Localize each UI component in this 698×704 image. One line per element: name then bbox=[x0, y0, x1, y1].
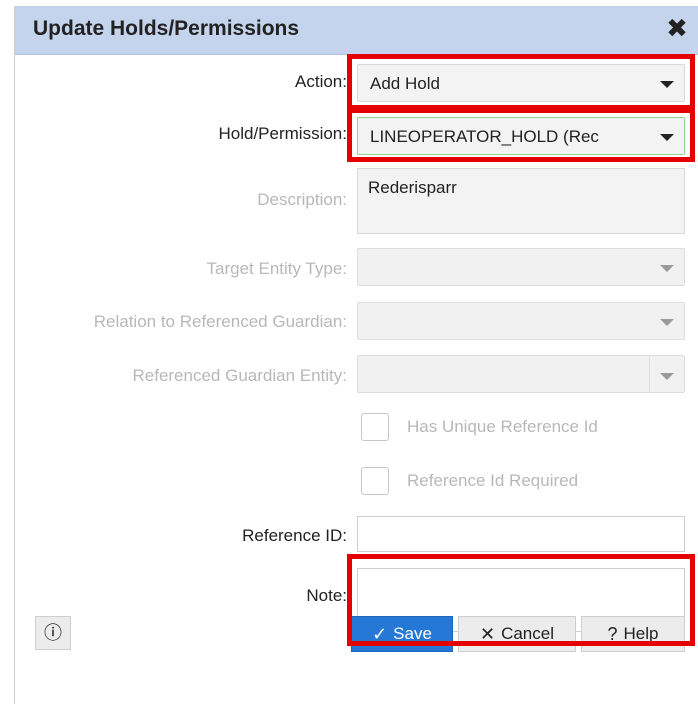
ref-id-required-checkbox[interactable] bbox=[361, 467, 389, 495]
chevron-down-icon bbox=[660, 373, 674, 380]
target-entity-type-select[interactable] bbox=[357, 248, 685, 286]
chevron-down-icon bbox=[660, 319, 674, 326]
cancel-label: Cancel bbox=[501, 624, 554, 643]
description-value: Rederisparr bbox=[368, 178, 457, 197]
action-value: Add Hold bbox=[370, 74, 440, 93]
cancel-button[interactable]: ✕ Cancel bbox=[458, 616, 576, 652]
note-label: Note: bbox=[306, 586, 347, 605]
dialog-titlebar: Update Holds/Permissions ✖ bbox=[15, 6, 698, 55]
ref-guardian-entity-label: Referenced Guardian Entity: bbox=[132, 366, 347, 385]
relation-guardian-label: Relation to Referenced Guardian: bbox=[93, 312, 347, 331]
description-label: Description: bbox=[257, 190, 347, 209]
x-icon: ✕ bbox=[479, 624, 496, 644]
ref-id-required-label: Reference Id Required bbox=[407, 471, 579, 490]
save-button[interactable]: ✓ Save bbox=[351, 616, 453, 652]
dialog-title: Update Holds/Permissions bbox=[33, 17, 300, 40]
reference-id-input[interactable] bbox=[357, 516, 685, 552]
help-button[interactable]: ? Help bbox=[581, 616, 685, 652]
help-label: Help bbox=[623, 624, 659, 643]
close-icon[interactable]: ✖ bbox=[663, 14, 691, 42]
hold-permission-select[interactable]: LINEOPERATOR_HOLD (Rec bbox=[357, 117, 685, 155]
action-select[interactable]: Add Hold bbox=[357, 64, 685, 102]
save-label: Save bbox=[393, 624, 432, 643]
update-holds-dialog: Update Holds/Permissions ✖ Action: Add H… bbox=[14, 6, 698, 704]
hold-permission-label: Hold/Permission: bbox=[218, 124, 348, 143]
chevron-down-icon bbox=[660, 265, 674, 272]
has-unique-ref-label: Has Unique Reference Id bbox=[407, 417, 598, 436]
target-entity-type-label: Target Entity Type: bbox=[206, 259, 347, 278]
check-icon: ✓ bbox=[372, 624, 388, 644]
chevron-down-icon bbox=[660, 134, 674, 141]
description-field: Rederisparr bbox=[357, 168, 685, 234]
info-icon: ⓘ bbox=[44, 623, 62, 643]
relation-guardian-select[interactable] bbox=[357, 302, 685, 340]
ref-guardian-entity-select[interactable] bbox=[357, 355, 685, 393]
chevron-down-icon bbox=[660, 81, 674, 88]
hold-permission-value: LINEOPERATOR_HOLD (Rec bbox=[370, 127, 599, 146]
question-circle-icon: ? bbox=[607, 624, 618, 644]
reference-id-label: Reference ID: bbox=[242, 526, 347, 545]
has-unique-ref-checkbox[interactable] bbox=[361, 413, 389, 441]
info-button[interactable]: ⓘ bbox=[35, 616, 71, 650]
action-label: Action: bbox=[295, 72, 347, 91]
